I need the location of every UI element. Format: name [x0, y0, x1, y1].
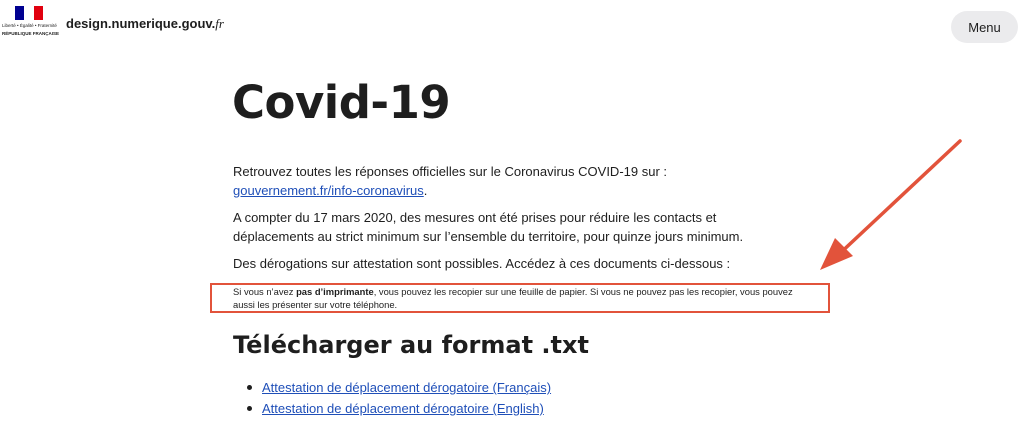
- annotation-arrow-icon: [820, 139, 962, 270]
